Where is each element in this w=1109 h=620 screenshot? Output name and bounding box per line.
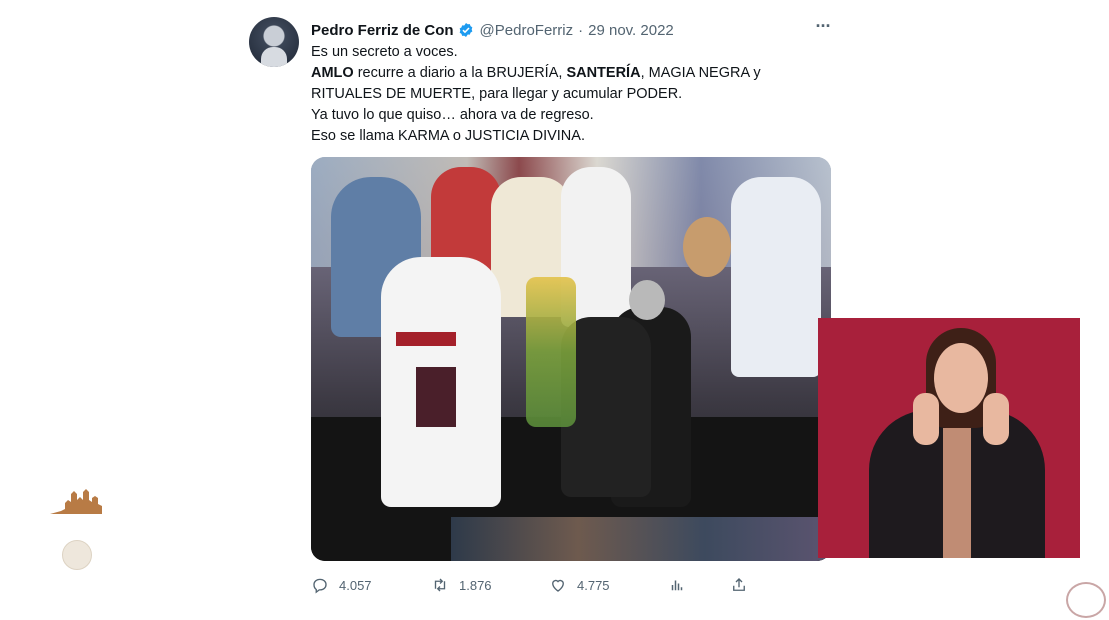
retweet-icon — [434, 578, 446, 592]
reply-count: 4.057 — [339, 577, 372, 593]
tweet-line: RITUALES DE MUERTE, para llegar y acumul… — [311, 86, 683, 102]
author-name[interactable]: Pedro Ferriz de Con — [311, 22, 454, 39]
tweet-header: Pedro Ferriz de Con @PedroFerriz · 29 no… — [311, 20, 674, 40]
date-separator: · — [578, 21, 584, 39]
retweet-button[interactable]: 1.876 — [431, 574, 492, 596]
government-logo — [48, 484, 104, 516]
tweet-line: Es un secreto a voces. — [311, 44, 458, 60]
analytics-button[interactable] — [668, 574, 686, 596]
retweet-count: 1.876 — [459, 577, 492, 593]
tweet-text-part: recurre a diario a la BRUJERÍA, — [353, 65, 567, 81]
analytics-icon — [671, 580, 683, 591]
tweet-photo[interactable] — [311, 157, 831, 561]
tweet-line: Eso se llama KARMA o JUSTICIA DIVINA. — [311, 128, 585, 144]
reply-icon — [313, 578, 327, 594]
channel-logo — [1066, 582, 1106, 618]
like-button[interactable]: 4.775 — [549, 574, 610, 596]
tweet-text: Es un secreto a voces. AMLO recurre a di… — [311, 42, 831, 147]
like-icon — [552, 579, 564, 592]
reply-button[interactable]: 4.057 — [311, 574, 372, 596]
tweet-line: Ya tuvo lo que quiso… ahora va de regres… — [311, 107, 594, 123]
seal-icon — [62, 540, 92, 570]
sign-language-interpreter-video — [818, 318, 1080, 558]
share-button[interactable] — [730, 574, 748, 596]
tweet-line: AMLO recurre a diario a la BRUJERÍA, SAN… — [311, 63, 831, 84]
tweet-actions: 4.057 1.876 4.775 — [311, 574, 751, 596]
tweet-date[interactable]: 29 nov. 2022 — [588, 22, 674, 39]
verified-badge-icon — [459, 23, 472, 37]
more-icon[interactable]: ··· — [812, 17, 834, 39]
tweet-bold-text: AMLO — [311, 65, 354, 81]
share-icon — [733, 578, 745, 591]
tweet-text-part: , MAGIA NEGRA y — [640, 65, 761, 81]
avatar[interactable] — [249, 17, 299, 67]
tweet-bold-text: SANTERÍA — [566, 65, 641, 81]
author-handle[interactable]: @PedroFerriz — [480, 22, 574, 39]
like-count: 4.775 — [577, 577, 610, 593]
